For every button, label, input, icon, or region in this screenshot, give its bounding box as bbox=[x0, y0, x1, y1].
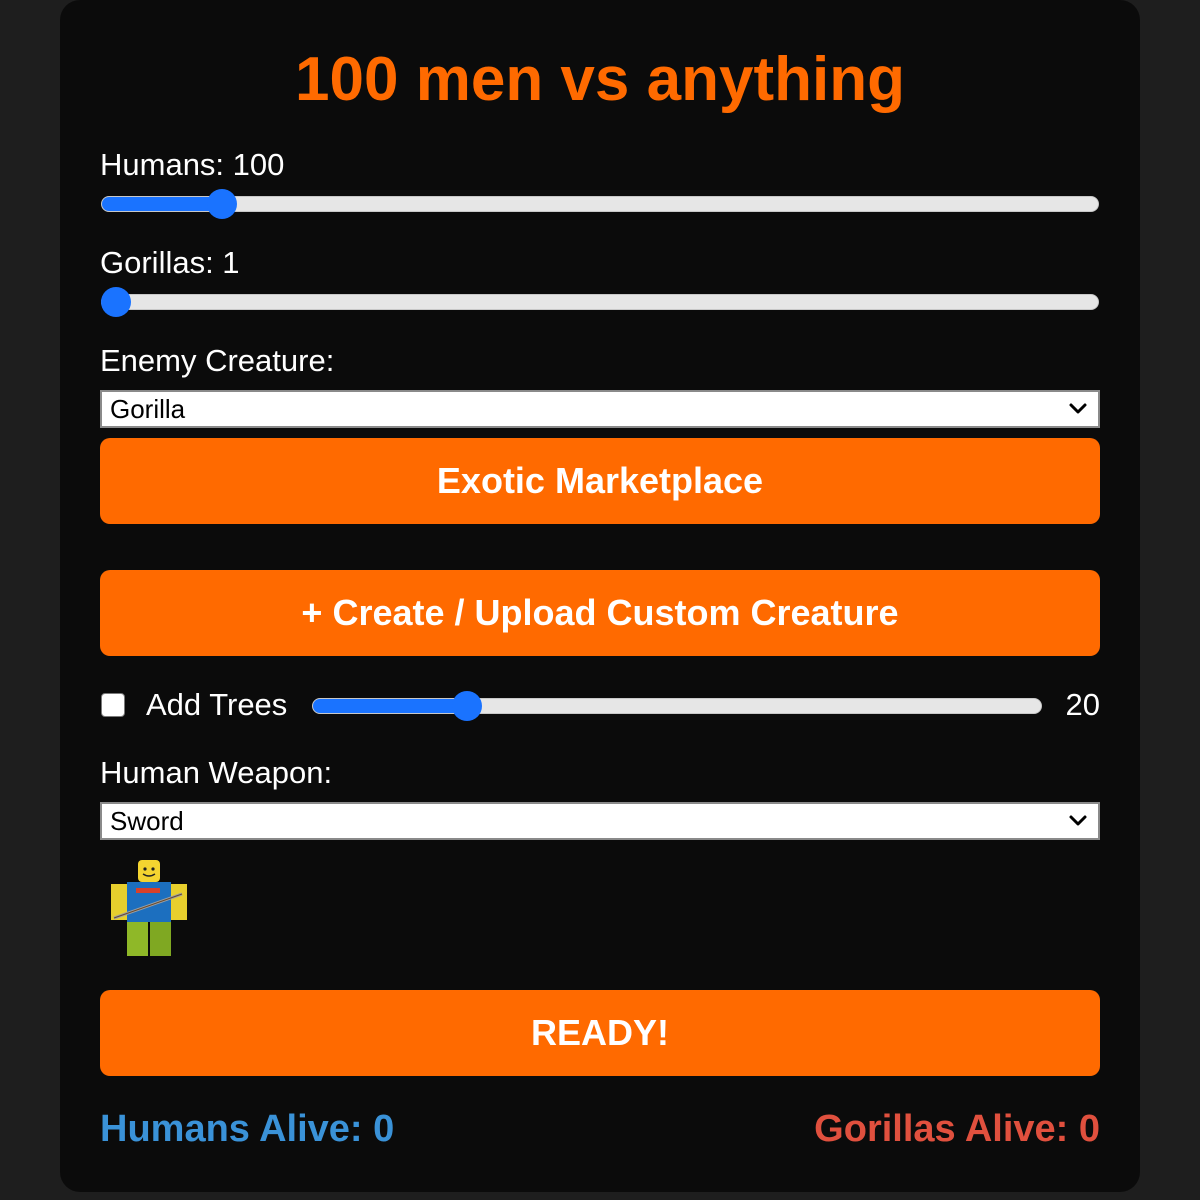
trees-slider[interactable] bbox=[312, 691, 1042, 721]
page-title: 100 men vs anything bbox=[295, 45, 905, 114]
gorillas-alive-counter: Gorillas Alive: 0 bbox=[814, 1108, 1100, 1150]
ready-button[interactable]: READY! bbox=[100, 990, 1100, 1076]
add-trees-label: Add Trees bbox=[146, 687, 288, 722]
game-setup-panel: 100 men vs anything Humans: 100 Gorillas… bbox=[60, 0, 1140, 1192]
enemy-creature-label: Enemy Creature: bbox=[100, 343, 335, 378]
humans-slider-thumb[interactable] bbox=[207, 189, 238, 219]
humans-slider-fill bbox=[102, 197, 223, 211]
enemy-creature-selected-value: Gorilla bbox=[110, 394, 186, 424]
gorillas-slider[interactable] bbox=[101, 287, 1099, 317]
human-weapon-label: Human Weapon: bbox=[100, 755, 333, 790]
humans-slider[interactable] bbox=[101, 189, 1099, 219]
gorillas-count-label: Gorillas: 1 bbox=[100, 245, 240, 280]
add-trees-checkbox[interactable] bbox=[101, 693, 125, 717]
weapon-preview-avatar-icon bbox=[111, 860, 187, 956]
trees-slider-thumb[interactable] bbox=[452, 691, 482, 721]
exotic-marketplace-button[interactable]: Exotic Marketplace bbox=[100, 438, 1100, 524]
humans-alive-counter: Humans Alive: 0 bbox=[100, 1108, 395, 1150]
chevron-down-icon bbox=[1069, 403, 1087, 414]
human-weapon-select[interactable]: Sword bbox=[100, 802, 1100, 840]
chevron-down-icon bbox=[1069, 815, 1087, 826]
trees-slider-fill bbox=[313, 699, 467, 713]
trees-count-value: 20 bbox=[1065, 687, 1100, 722]
humans-count-label: Humans: 100 bbox=[100, 147, 285, 182]
human-weapon-selected-value: Sword bbox=[110, 806, 184, 836]
create-custom-creature-button[interactable]: + Create / Upload Custom Creature bbox=[100, 570, 1100, 656]
enemy-creature-select[interactable]: Gorilla bbox=[100, 390, 1100, 428]
gorillas-slider-thumb[interactable] bbox=[101, 287, 131, 317]
